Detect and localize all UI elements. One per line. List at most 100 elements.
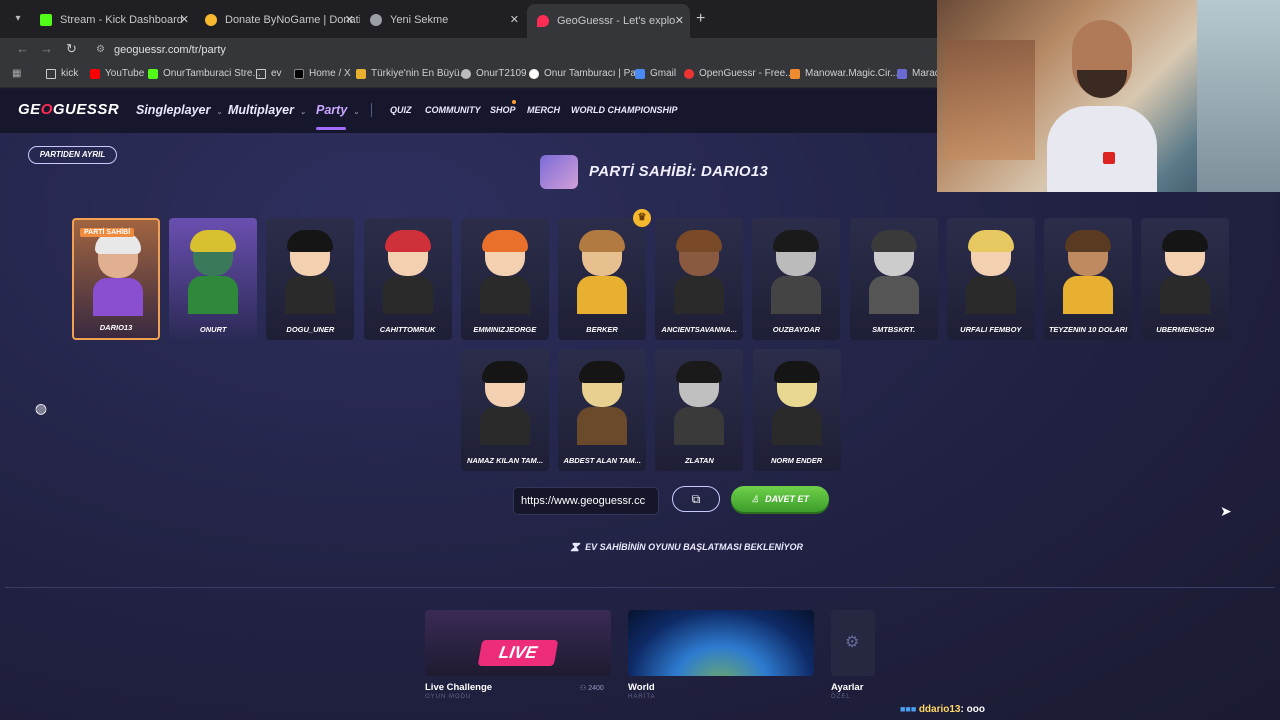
player-avatar (480, 361, 530, 445)
player-avatar (674, 361, 725, 445)
bookmark-item[interactable]: OpenGuessr - Free... (684, 68, 793, 79)
gear-icon: ⚙ (845, 634, 860, 651)
player-avatar (577, 230, 627, 314)
bookmark-label: Türkiye'nin En Büyü... (371, 68, 468, 79)
avatar-body (674, 407, 725, 445)
world-label: World (628, 682, 655, 693)
new-tab-button[interactable]: + (696, 10, 705, 28)
bookmark-item[interactable]: Manowar.Magic.Cir... (790, 68, 898, 79)
player-card[interactable]: EMMINIZJEORGE (460, 218, 549, 340)
bookmark-item[interactable]: OnurT2109 (461, 68, 527, 79)
shirt-logo (1103, 152, 1115, 164)
nav-party[interactable]: Party ⌄ (316, 103, 359, 117)
apps-grid-icon[interactable]: ▦ (12, 68, 21, 79)
bookmark-item[interactable]: kick (46, 68, 78, 79)
avatar-hair (579, 230, 625, 252)
player-avatar (771, 361, 822, 445)
nav-shop[interactable]: SHOP (490, 105, 516, 115)
geoguessr-logo[interactable]: GEOGUESSR (18, 101, 119, 118)
nav-label: Multiplayer (228, 103, 294, 117)
copy-link-button[interactable]: ⧉ (672, 486, 720, 512)
invite-link-field[interactable]: https://www.geoguessr.cc (513, 487, 659, 515)
logo-text: GUESSR (52, 101, 120, 118)
player-card[interactable]: TEYZENIN 10 DOLARI (1044, 218, 1132, 340)
player-name: BERKER (586, 325, 618, 334)
player-name: DARIO13 (99, 323, 133, 332)
tab-title: Yeni Sekme (390, 14, 449, 26)
player-avatar (479, 230, 530, 314)
reload-icon[interactable]: ↻ (66, 41, 77, 57)
copy-icon: ⧉ (691, 492, 701, 506)
bookmark-item[interactable]: Home / X (294, 68, 351, 79)
nav-community[interactable]: COMMUNITY (425, 105, 481, 115)
player-card[interactable]: UBERMENSCH0 (1141, 218, 1230, 340)
bookmark-label: OnurT2109 (476, 68, 527, 79)
player-card[interactable]: SMTBSKRT. (849, 218, 938, 340)
user-add-icon: ♙ (751, 494, 760, 504)
browser-tab[interactable]: Stream - Kick Dashboard ✕ (30, 6, 195, 34)
leave-party-button[interactable]: PARTIDEN AYRIL (28, 146, 117, 164)
settings-card[interactable]: ⚙ (831, 610, 875, 676)
avatar-body (93, 278, 143, 316)
player-card[interactable]: DOGU_UNER (266, 218, 355, 340)
bookmark-item[interactable]: OnurTamburaci Stre... (148, 68, 261, 79)
player-card[interactable]: NORM ENDER (752, 349, 841, 471)
nav-world-championship[interactable]: WORLD CHAMPIONSHIP (571, 105, 678, 115)
back-arrow-icon[interactable]: ← (16, 41, 29, 56)
player-card[interactable]: CAHITTOMRUK (363, 218, 452, 340)
player-card[interactable]: ABDEST ALAN TAM... (558, 349, 647, 471)
bookmark-item[interactable]: YouTube (90, 68, 144, 79)
player-name: NORM ENDER (770, 456, 823, 465)
avatar-hair (190, 230, 237, 252)
close-icon[interactable]: ✕ (675, 14, 684, 27)
browser-tab-active[interactable]: GeoGuessr - Let's explore the w ✕ (527, 4, 690, 38)
player-card[interactable]: NAMAZ KILAN TAM... (461, 349, 549, 471)
player-avatar (868, 230, 919, 314)
waiting-status: ⧗ EV SAHİBİNİN OYUNU BAŞLATMASI BEKLENİYO… (570, 539, 803, 555)
bynogame-favicon-icon (205, 14, 217, 26)
party-host-icon (540, 155, 578, 189)
bookmark-item[interactable]: Onur Tamburacı | Pa... (529, 68, 644, 79)
bookmark-label: Home / X (309, 68, 351, 79)
nav-multiplayer[interactable]: Multiplayer ⌄ (228, 103, 306, 117)
player-card[interactable]: ANCIENTSAVANNA... (655, 218, 744, 340)
world-sub: HARİTA (628, 694, 656, 700)
player-card[interactable]: URFALI FEMBOY (946, 218, 1035, 340)
player-card[interactable]: ZLATAN (655, 349, 744, 471)
avatar-hair (1065, 230, 1111, 252)
waiting-text: EV SAHİBİNİN OYUNU BAŞLATMASI BEKLENİYOR (585, 542, 803, 552)
bookmark-item[interactable]: ev (256, 68, 282, 79)
avatar-body (965, 276, 1016, 314)
close-icon[interactable]: ✕ (345, 13, 354, 26)
chat-bubble-icon[interactable]: ◍ (32, 400, 50, 418)
close-icon[interactable]: ✕ (180, 13, 189, 26)
browser-tab[interactable]: Yeni Sekme ✕ (360, 6, 525, 34)
hourglass-icon: ⧗ (570, 539, 580, 554)
nav-singleplayer[interactable]: Singleplayer ⌄ (136, 103, 222, 117)
nav-quiz[interactable]: QUIZ (390, 105, 412, 115)
chat-message: : ooo (960, 704, 985, 715)
site-settings-icon[interactable]: ⚙ (96, 39, 105, 61)
invite-button[interactable]: ♙ DAVET ET (731, 486, 829, 512)
forward-arrow-icon[interactable]: → (40, 41, 53, 56)
bookmark-label: ev (271, 68, 282, 79)
bookmark-item[interactable]: Türkiye'nin En Büyü... (356, 68, 468, 79)
player-card[interactable]: ONURT (169, 218, 258, 340)
browser-tab[interactable]: Donate ByNoGame | Donations ✕ (195, 6, 360, 34)
nav-merch[interactable]: MERCH (527, 105, 560, 115)
close-icon[interactable]: ✕ (510, 13, 519, 26)
avatar-body (771, 276, 822, 314)
tab-search-chevron-icon[interactable]: ▾ (8, 9, 28, 29)
bookmark-item[interactable]: Gmail (635, 68, 676, 79)
player-card[interactable]: OUZBAYDAR (752, 218, 841, 340)
player-card[interactable]: BERKER (558, 218, 646, 340)
tab-title: GeoGuessr - Let's explore the w (557, 15, 675, 27)
player-avatar (1160, 230, 1211, 314)
player-avatar (674, 230, 725, 314)
webcam-overlay (937, 0, 1280, 192)
player-card[interactable]: PARTİ SAHİBİ DARIO13 (72, 218, 160, 340)
streamer-figure (1047, 20, 1157, 192)
url-input[interactable]: ⚙ geoguessr.com/tr/party (90, 39, 930, 61)
world-map-card[interactable] (628, 610, 814, 676)
live-challenge-card[interactable]: LIVE (425, 610, 611, 676)
